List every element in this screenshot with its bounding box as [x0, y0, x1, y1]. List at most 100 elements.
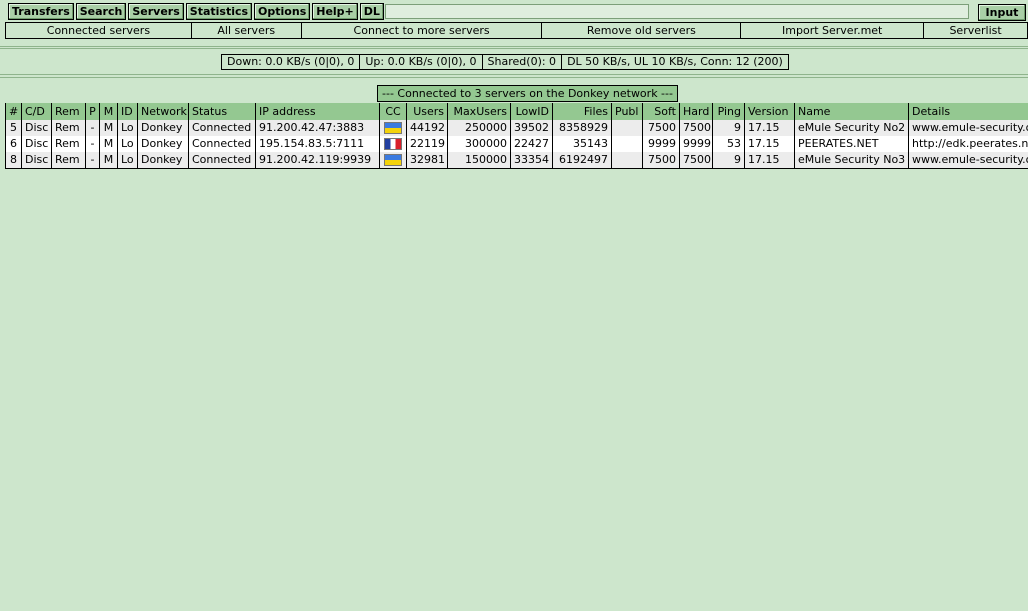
col-files-header[interactable]: Files [552, 103, 612, 120]
shared-count: Shared(0): 0 [483, 55, 563, 69]
server-table: # C/D Rem P M ID Network Status IP addre… [5, 103, 1028, 169]
bandwidth-limits: DL 50 KB/s, UL 10 KB/s, Conn: 12 (200) [562, 55, 789, 69]
max-users: 150000 [447, 152, 511, 169]
servers-button[interactable]: Servers [128, 3, 184, 20]
disconnect-link[interactable]: Disc [21, 152, 52, 169]
col-ip-header[interactable]: IP address [255, 103, 380, 120]
upload-rate: Up: 0.0 KB/s (0|0), 0 [360, 55, 483, 69]
file-count: 6192497 [552, 152, 612, 169]
soft-limit: 9999 [642, 136, 680, 152]
col-network-header[interactable]: Network [137, 103, 189, 120]
all-servers-link[interactable]: All servers [192, 23, 302, 38]
col-m-header[interactable]: M [99, 103, 118, 120]
network-name: Donkey [137, 152, 189, 169]
divider [0, 74, 1028, 75]
soft-limit: 7500 [642, 120, 680, 136]
connected-servers-link[interactable]: Connected servers [6, 23, 192, 38]
serverlist-link[interactable]: Serverlist [924, 23, 1028, 38]
server-num: 8 [5, 152, 22, 169]
help-button[interactable]: Help+ [312, 3, 358, 20]
user-count: 44192 [406, 120, 448, 136]
server-version: 17.15 [744, 152, 795, 169]
max-users: 250000 [447, 120, 511, 136]
network-name: Donkey [137, 120, 189, 136]
col-id-header[interactable]: ID [117, 103, 138, 120]
id-type: Lo [117, 120, 138, 136]
france-flag-icon [384, 138, 402, 150]
remove-old-servers-link[interactable]: Remove old servers [542, 23, 742, 38]
remove-link[interactable]: Rem [51, 120, 86, 136]
server-ip: 91.200.42.119:9939 [255, 152, 380, 169]
server-version: 17.15 [744, 136, 795, 152]
preferred-flag[interactable]: - [85, 152, 100, 169]
main-menu: Transfers Search Servers Statistics Opti… [8, 3, 384, 20]
user-count: 22119 [406, 136, 448, 152]
col-rem-header[interactable]: Rem [51, 103, 86, 120]
hard-limit: 7500 [679, 120, 713, 136]
user-count: 32981 [406, 152, 448, 169]
options-button[interactable]: Options [254, 3, 311, 20]
ukraine-flag-icon [384, 122, 402, 134]
connect-more-servers-link[interactable]: Connect to more servers [302, 23, 543, 38]
disconnect-link[interactable]: Disc [21, 136, 52, 152]
lowid-count: 39502 [510, 120, 553, 136]
col-cd-header[interactable]: C/D [21, 103, 52, 120]
dl-button[interactable]: DL [359, 3, 384, 20]
search-button[interactable]: Search [75, 3, 127, 20]
col-soft-header[interactable]: Soft [642, 103, 680, 120]
col-cc-header[interactable]: CC [379, 103, 407, 120]
server-details: www.emule-security.org [908, 152, 1028, 169]
published-count [611, 136, 643, 152]
server-name: eMule Security No2 [794, 120, 909, 136]
col-details-header[interactable]: Details [908, 103, 1028, 120]
divider [0, 48, 1028, 49]
col-name-header[interactable]: Name [794, 103, 909, 120]
id-type: Lo [117, 152, 138, 169]
col-num-header[interactable]: # [5, 103, 22, 120]
col-p-header[interactable]: P [85, 103, 100, 120]
server-num: 6 [5, 136, 22, 152]
published-count [611, 120, 643, 136]
soft-limit: 7500 [642, 152, 680, 169]
preferred-flag[interactable]: - [85, 136, 100, 152]
divider [0, 77, 1028, 78]
file-count: 35143 [552, 136, 612, 152]
disconnect-link[interactable]: Disc [21, 120, 52, 136]
transfers-button[interactable]: Transfers [8, 3, 74, 20]
col-version-header[interactable]: Version [744, 103, 795, 120]
table-row: 6 Disc Rem - M Lo Donkey Connected 195.1… [5, 136, 1028, 152]
connection-status: Connected [188, 120, 256, 136]
col-publ-header[interactable]: Publ [611, 103, 643, 120]
connection-caption: --- Connected to 3 servers on the Donkey… [377, 85, 678, 102]
import-servermet-link[interactable]: Import Server.met [741, 23, 925, 38]
col-lowid-header[interactable]: LowID [510, 103, 553, 120]
remove-link[interactable]: Rem [51, 152, 86, 169]
max-users: 300000 [447, 136, 511, 152]
table-row: 5 Disc Rem - M Lo Donkey Connected 91.20… [5, 120, 1028, 136]
ping-value: 53 [712, 136, 745, 152]
input-button[interactable]: Input [978, 4, 1026, 21]
server-details: www.emule-security.org [908, 120, 1028, 136]
server-details: http://edk.peerates.net [908, 136, 1028, 152]
col-users-header[interactable]: Users [406, 103, 448, 120]
divider [0, 46, 1028, 47]
download-rate: Down: 0.0 KB/s (0|0), 0 [222, 55, 361, 69]
published-count [611, 152, 643, 169]
remove-link[interactable]: Rem [51, 136, 86, 152]
ping-value: 9 [712, 152, 745, 169]
manual-flag: M [99, 120, 118, 136]
col-hard-header[interactable]: Hard [679, 103, 713, 120]
preferred-flag[interactable]: - [85, 120, 100, 136]
id-type: Lo [117, 136, 138, 152]
col-status-header[interactable]: Status [188, 103, 256, 120]
manual-flag: M [99, 152, 118, 169]
statistics-button[interactable]: Statistics [185, 3, 253, 20]
ping-value: 9 [712, 120, 745, 136]
servers-submenu: Connected servers All servers Connect to… [5, 22, 1028, 39]
server-ip: 91.200.42.47:3883 [255, 120, 380, 136]
col-ping-header[interactable]: Ping [712, 103, 745, 120]
hard-limit: 9999 [679, 136, 713, 152]
col-maxusers-header[interactable]: MaxUsers [447, 103, 511, 120]
command-input[interactable] [385, 4, 969, 19]
connection-status: Connected [188, 152, 256, 169]
